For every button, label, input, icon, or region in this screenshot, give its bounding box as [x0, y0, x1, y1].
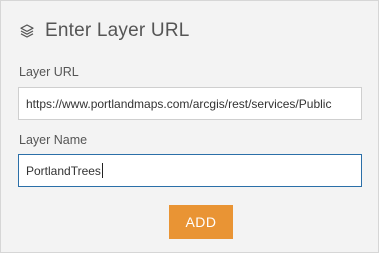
layer-name-value: PortlandTrees [26, 163, 101, 178]
layers-icon [18, 22, 36, 40]
layer-name-label: Layer Name [19, 133, 88, 147]
layer-url-value: https://www.portlandmaps.com/arcgis/rest… [26, 96, 332, 111]
add-layer-panel: Enter Layer URL Layer URL https://www.po… [0, 0, 379, 253]
panel-header: Enter Layer URL [18, 17, 190, 45]
layer-url-input[interactable]: https://www.portlandmaps.com/arcgis/rest… [18, 87, 362, 120]
text-cursor [101, 163, 103, 178]
layer-name-input[interactable]: PortlandTrees [18, 154, 362, 187]
layer-url-label: Layer URL [19, 65, 79, 79]
add-button[interactable]: ADD [169, 205, 233, 239]
panel-title: Enter Layer URL [45, 20, 190, 41]
